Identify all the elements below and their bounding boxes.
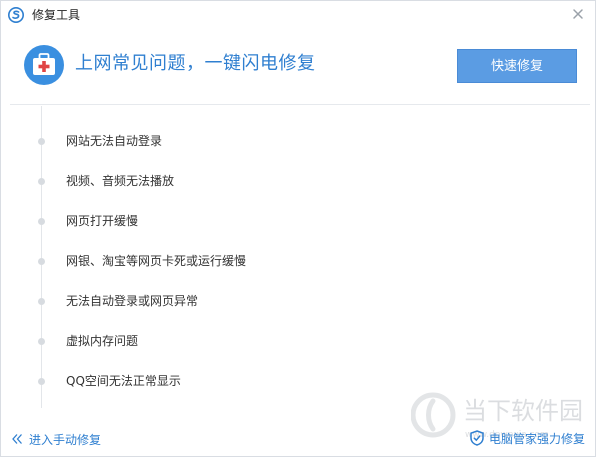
issue-label: 网银、淘宝等网页卡死或运行缓慢 — [66, 254, 247, 268]
issue-item: 网站无法自动登录 — [37, 131, 397, 151]
issue-label: 视频、音频无法播放 — [66, 174, 175, 188]
repair-tool-window: 修复工具 上网常见问题，一键闪电修复 快速修复 网站无法自动登录 视频、音频无法… — [0, 0, 596, 457]
timeline-dot — [38, 178, 45, 185]
issue-item: 网银、淘宝等网页卡死或运行缓慢 — [37, 251, 397, 271]
issue-label: 网页打开缓慢 — [66, 214, 139, 228]
issue-label: 虚拟内存问题 — [66, 334, 139, 348]
double-chevron-left-icon — [12, 434, 22, 444]
pc-manager-repair-link[interactable]: 电脑管家强力修复 — [470, 430, 585, 448]
pc-manager-repair-label: 电脑管家强力修复 — [488, 432, 585, 446]
timeline-dot — [38, 298, 45, 305]
timeline-dot — [38, 378, 45, 385]
first-aid-kit-icon — [24, 45, 64, 85]
title-bar: 修复工具 — [1, 1, 595, 31]
issue-item: 视频、音频无法播放 — [37, 171, 397, 191]
timeline-dot — [38, 218, 45, 225]
issue-label: 无法自动登录或网页异常 — [66, 294, 199, 308]
app-logo-icon — [8, 7, 24, 23]
manual-repair-link[interactable]: 进入手动修复 — [11, 432, 101, 448]
header-divider — [10, 104, 590, 105]
window-title: 修复工具 — [32, 8, 81, 22]
manual-repair-label: 进入手动修复 — [29, 433, 102, 447]
timeline-dot — [38, 338, 45, 345]
issue-label: QQ空间无法正常显示 — [66, 374, 181, 388]
issue-item: 网页打开缓慢 — [37, 211, 397, 231]
watermark-text: 当下软件园 — [463, 397, 583, 425]
issue-item: 虚拟内存问题 — [37, 331, 397, 351]
issue-item: 无法自动登录或网页异常 — [37, 291, 397, 311]
shield-icon — [470, 430, 484, 446]
headline: 上网常见问题，一键闪电修复 — [75, 53, 316, 74]
issue-label: 网站无法自动登录 — [66, 134, 163, 148]
close-icon[interactable] — [571, 7, 585, 21]
issue-item: QQ空间无法正常显示 — [37, 371, 397, 391]
timeline-dot — [38, 258, 45, 265]
timeline-dot — [38, 138, 45, 145]
quick-fix-button[interactable]: 快速修复 — [457, 49, 577, 83]
